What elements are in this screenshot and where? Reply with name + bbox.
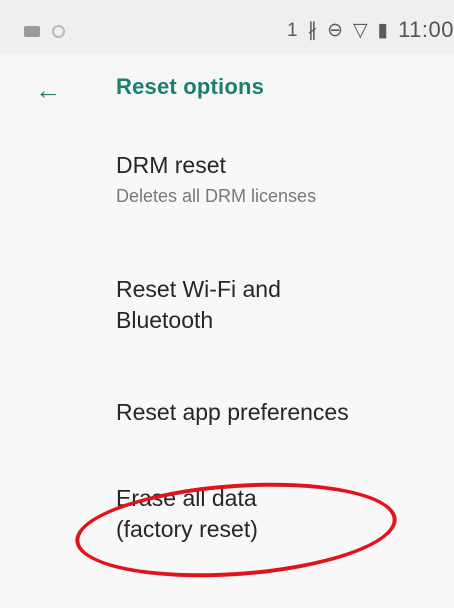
- do-not-disturb-icon: ⊖: [327, 19, 343, 41]
- app-bar: ← Reset options: [0, 54, 454, 126]
- option-reset-app-preferences[interactable]: Reset app preferences: [0, 397, 454, 428]
- status-time: 11:00: [398, 17, 454, 42]
- status-icons: 1 ∦ ⊖ ▽ ▮ 11:00: [287, 15, 454, 45]
- circle-icon: [52, 25, 65, 38]
- option-title: DRM reset: [116, 152, 226, 178]
- option-title: Reset app preferences: [116, 399, 349, 425]
- page-title: Reset options: [116, 74, 265, 99]
- image-icon: [24, 26, 40, 37]
- battery-icon: ▮: [377, 19, 389, 41]
- notification-count-icon: 1: [286, 19, 298, 41]
- reset-options-screen: 1 ∦ ⊖ ▽ ▮ 11:00 ← Reset options DRM rese…: [0, 0, 454, 608]
- option-title: Reset Wi-Fi and Bluetooth: [116, 276, 281, 333]
- option-summary: Deletes all DRM licenses: [116, 186, 317, 206]
- status-bar: 1 ∦ ⊖ ▽ ▮ 11:00: [0, 0, 454, 54]
- arrow-left-icon[interactable]: ←: [32, 74, 64, 106]
- bluetooth-icon: ∦: [307, 19, 318, 41]
- option-reset-wifi-bluetooth[interactable]: Reset Wi-Fi and Bluetooth: [0, 274, 330, 336]
- option-drm-reset[interactable]: DRM reset Deletes all DRM licenses: [0, 150, 454, 209]
- wifi-icon: ▽: [352, 19, 368, 41]
